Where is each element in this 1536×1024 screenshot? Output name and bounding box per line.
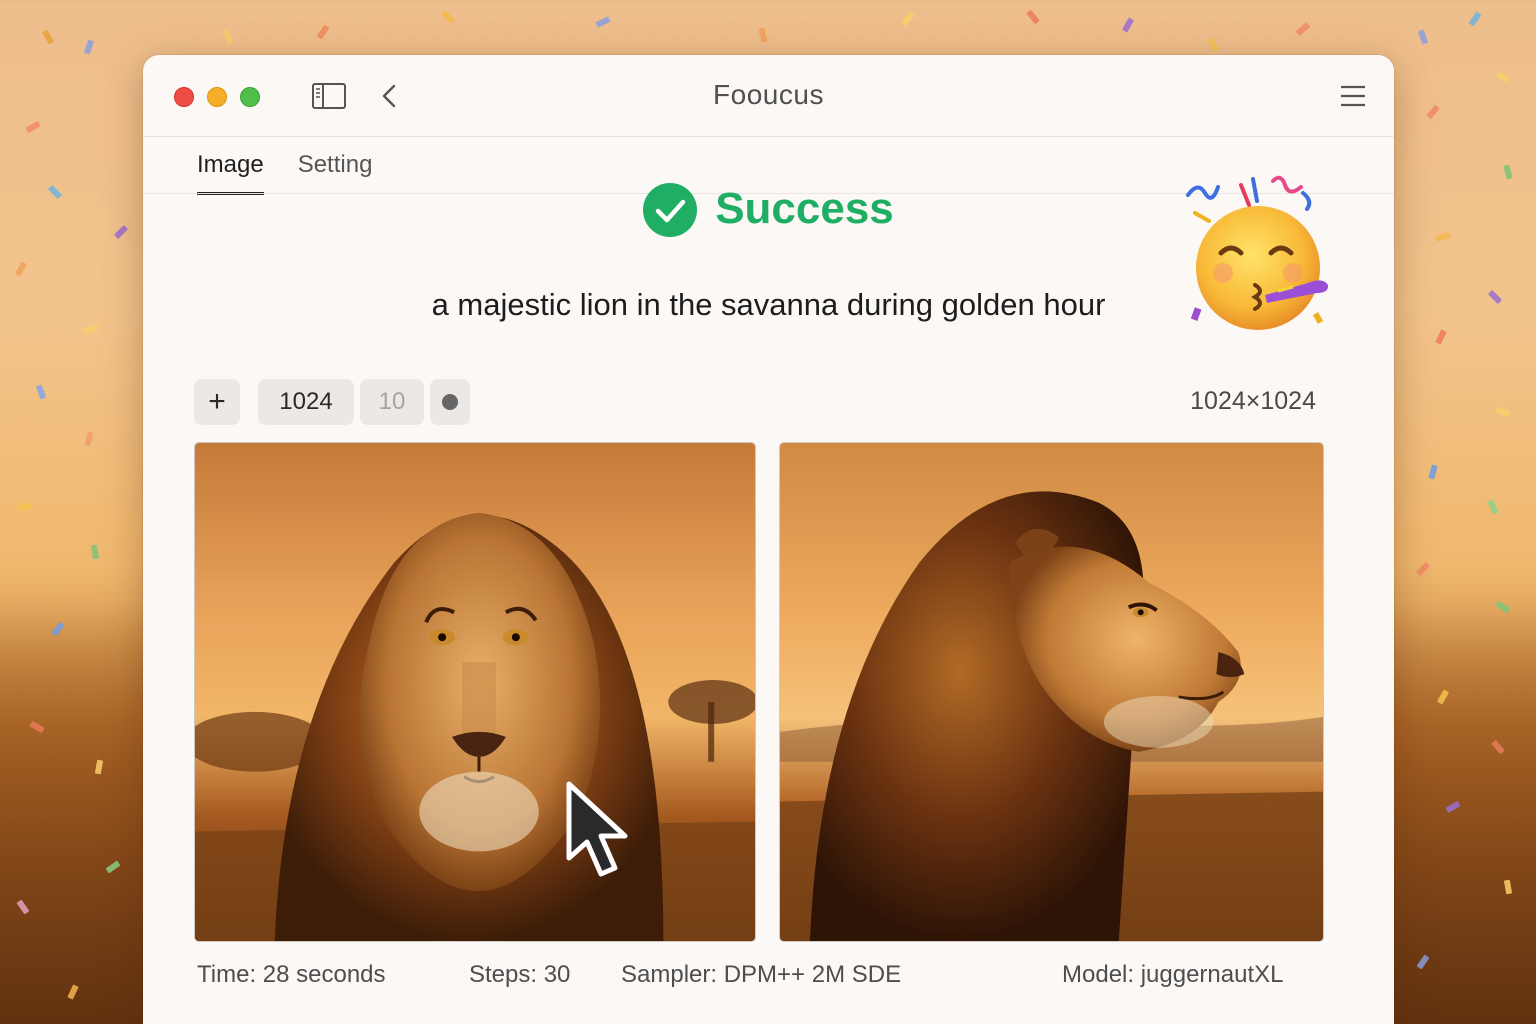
add-button[interactable]: + <box>194 379 240 425</box>
window-title: Fooucus <box>713 79 824 110</box>
size-field[interactable]: 1024 <box>258 379 354 425</box>
prompt-text: a majestic lion in the savanna during go… <box>431 287 1106 322</box>
image-count-field[interactable]: 10 <box>360 379 424 425</box>
generated-image-2[interactable] <box>779 442 1324 942</box>
resolution-label: 1024×1024 <box>1190 387 1316 415</box>
title-bar: Fooucus <box>143 55 1394 137</box>
record-dot-button[interactable] <box>430 379 470 425</box>
app-window: Fooucus Image Setting Success a majestic… <box>143 55 1394 1024</box>
status-label: Success <box>715 184 894 233</box>
generated-image-1[interactable] <box>194 442 756 942</box>
check-circle-icon <box>643 183 698 237</box>
generation-toolbar: + 1024 10 <box>194 378 470 426</box>
generation-sampler: Sampler: DPM++ 2M SDE <box>621 961 902 988</box>
generation-steps: Steps: 30 <box>469 961 571 988</box>
record-dot-icon <box>442 394 458 410</box>
generation-time: Time: 28 seconds <box>197 961 386 988</box>
hamburger-menu-icon[interactable] <box>1340 83 1366 109</box>
generation-model: Model: juggernautXL <box>1062 961 1284 988</box>
mouse-pointer-icon <box>563 780 633 880</box>
